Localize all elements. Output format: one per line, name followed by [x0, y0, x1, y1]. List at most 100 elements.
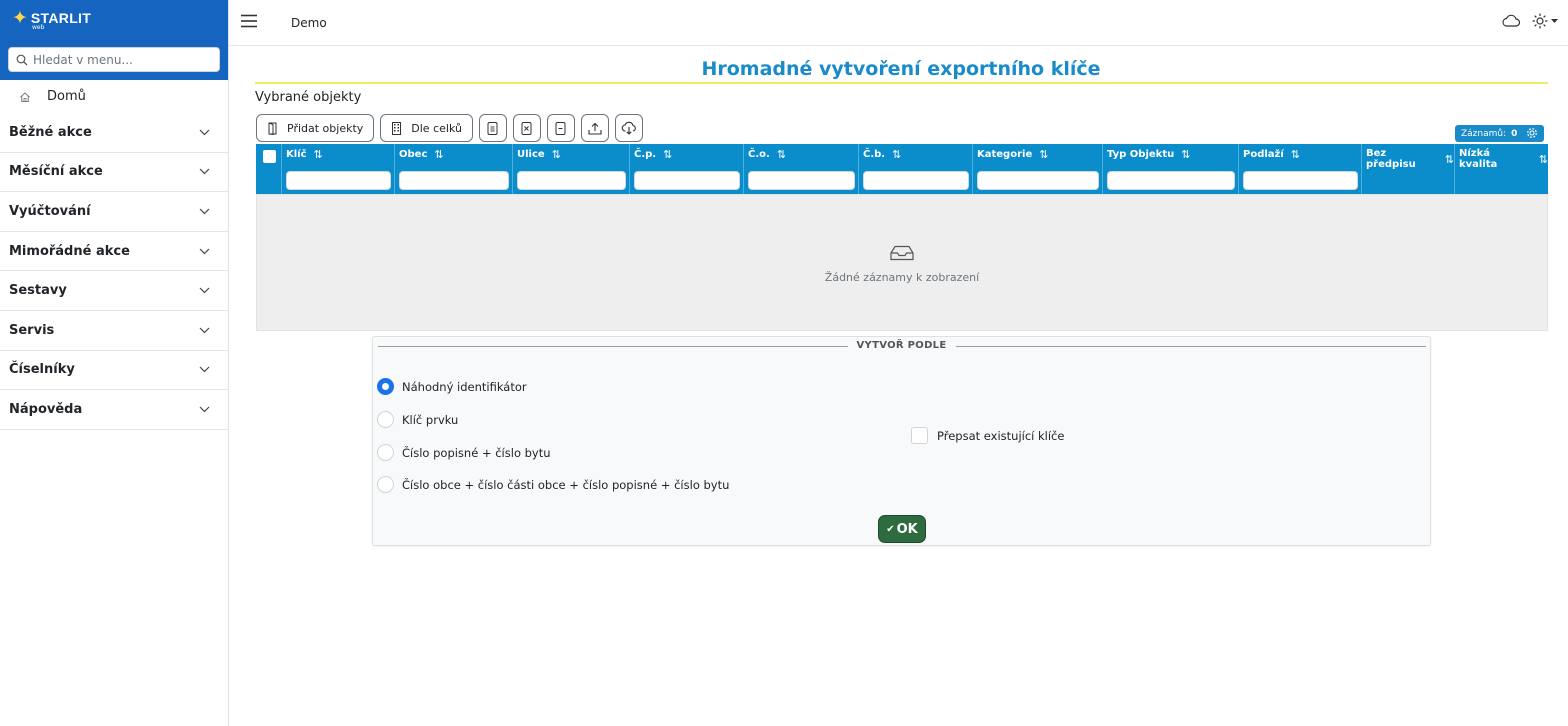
select-all-column [256, 144, 282, 194]
radio-house-flat-number[interactable]: Číslo popisné + číslo bytu [377, 444, 551, 461]
sort-icon[interactable]: ⇅ [434, 148, 443, 161]
sort-icon[interactable]: ⇅ [1445, 153, 1454, 166]
column-header[interactable]: Č.p. ⇅ [630, 144, 744, 194]
records-badge: Záznamů: 0 [1455, 125, 1544, 142]
column-filter-input[interactable] [1243, 171, 1358, 190]
sort-icon[interactable]: ⇅ [892, 148, 901, 161]
column-header[interactable]: Klíč ⇅ [282, 144, 395, 194]
radio-element-key[interactable]: Klíč prvku [377, 411, 458, 428]
gear-icon[interactable] [1526, 127, 1538, 139]
column-header[interactable]: Č.o. ⇅ [744, 144, 859, 194]
upload-button[interactable] [580, 114, 609, 142]
sort-icon[interactable]: ⇅ [1039, 148, 1048, 161]
radio-button[interactable] [377, 476, 394, 493]
column-header[interactable]: Obec ⇅ [395, 144, 513, 194]
check-icon: ✔ [886, 523, 895, 535]
ok-button[interactable]: ✔ OK [878, 515, 926, 543]
add-objects-button[interactable]: Přidat objekty [256, 114, 375, 142]
create-by-fieldset: VYTVOŘ PODLE Náhodný identifikátor Klíč … [372, 336, 1431, 546]
hamburger-menu-icon[interactable] [241, 14, 257, 28]
checkbox[interactable] [911, 427, 928, 444]
sidebar-item-label: Měsíční akce [9, 164, 103, 180]
sort-icon[interactable]: ⇅ [1181, 148, 1190, 161]
sort-icon[interactable]: ⇅ [314, 148, 323, 161]
title-underline [255, 82, 1548, 84]
column-header[interactable]: Typ Objektu ⇅ [1103, 144, 1239, 194]
column-header[interactable]: Ulice ⇅ [513, 144, 630, 194]
sidebar-item-label: Domů [47, 89, 86, 104]
chevron-down-icon [199, 248, 210, 254]
overwrite-keys-checkbox[interactable]: Přepsat existující klíče [911, 427, 1064, 444]
radio-button[interactable] [377, 411, 394, 428]
radio-full-address-number[interactable]: Číslo obce + číslo části obce + číslo po… [377, 476, 729, 493]
cloud-download-button[interactable] [614, 114, 643, 142]
sidebar: ✦ STARLIT web Domů Běžné akce Měsíční ak… [0, 0, 229, 726]
sidebar-item-mimoradne-akce[interactable]: Mimořádné akce [0, 232, 228, 272]
sort-icon[interactable]: ⇅ [663, 148, 672, 161]
column-header[interactable]: Kategorie ⇅ [973, 144, 1103, 194]
radio-label: Číslo obce + číslo části obce + číslo po… [402, 477, 730, 492]
select-all-checkbox[interactable] [263, 150, 276, 163]
file-minus-icon [555, 121, 566, 135]
column-filter-input[interactable] [977, 171, 1099, 190]
empty-state: Žádné záznamy k zobrazení [257, 245, 1547, 284]
column-title: Č.p. [634, 149, 657, 160]
section-label: Vybrané objekty [255, 90, 362, 105]
sort-icon[interactable]: ⇅ [777, 148, 786, 161]
caret-down-icon [1551, 18, 1558, 23]
sidebar-item-label: Sestavy [9, 283, 67, 299]
theme-toggle[interactable] [1532, 13, 1558, 29]
by-units-button[interactable]: Dle celků [380, 114, 473, 142]
column-filter-input[interactable] [634, 171, 740, 190]
column-filter-input[interactable] [286, 171, 391, 190]
column-filter-input[interactable] [863, 171, 969, 190]
radio-button-selected[interactable] [377, 378, 394, 395]
sidebar-item-label: Číselníky [9, 362, 75, 378]
sidebar-item-servis[interactable]: Servis [0, 311, 228, 351]
breadcrumb[interactable]: Demo [291, 16, 327, 30]
radio-label: Náhodný identifikátor [402, 379, 527, 394]
export-file-button[interactable] [546, 114, 575, 142]
sidebar-item-bezne-akce[interactable]: Běžné akce [0, 113, 228, 153]
export-excel-button[interactable] [512, 114, 541, 142]
column-header[interactable]: Č.b. ⇅ [859, 144, 973, 194]
chevron-down-icon [199, 406, 210, 413]
chevron-down-icon [199, 327, 210, 334]
logo[interactable]: ✦ STARLIT web [12, 9, 91, 32]
sidebar-item-label: Servis [9, 322, 55, 338]
sort-icon[interactable]: ⇅ [552, 148, 561, 161]
column-header[interactable]: Nízká kvalita ⇅ [1455, 144, 1548, 194]
column-filter-input[interactable] [748, 171, 855, 190]
column-filter-input[interactable] [517, 171, 626, 190]
sidebar-item-label: Mimořádné akce [9, 243, 130, 259]
chevron-down-icon [199, 129, 210, 136]
radio-random-id[interactable]: Náhodný identifikátor [377, 378, 527, 395]
sidebar-item-mesicni-akce[interactable]: Měsíční akce [0, 153, 228, 193]
sidebar-item-napoveda[interactable]: Nápověda [0, 390, 228, 430]
sidebar-item-sestavy[interactable]: Sestavy [0, 271, 228, 311]
sidebar-item-vyuctovani[interactable]: Vyúčtování [0, 192, 228, 232]
sidebar-item-label: Nápověda [9, 401, 83, 417]
column-header[interactable]: Podlaží ⇅ [1239, 144, 1362, 194]
column-filter-input[interactable] [1107, 171, 1235, 190]
sort-icon[interactable]: ⇅ [1539, 153, 1548, 166]
menu-search-input[interactable] [33, 52, 213, 67]
column-filter-input[interactable] [399, 171, 509, 190]
radio-button[interactable] [377, 444, 394, 461]
file-excel-icon [521, 121, 532, 135]
column-title: Podlaží [1243, 149, 1284, 160]
grid-header: Klíč ⇅ Obec ⇅ Ulice ⇅ Č.p. ⇅ Č.o. ⇅ Č.b. ⇅ Kat… [256, 144, 1548, 194]
column-title: Obec [399, 149, 428, 160]
chevron-down-icon [199, 287, 210, 294]
export-text-button[interactable] [478, 114, 507, 142]
sidebar-item-ciselniky[interactable]: Číselníky [0, 351, 228, 391]
sidebar-item-home[interactable]: Domů [0, 80, 228, 113]
upload-icon [588, 122, 602, 135]
column-header[interactable]: Bez předpisu ⇅ [1362, 144, 1455, 194]
chevron-down-icon [199, 208, 210, 215]
page-title: Hromadné vytvoření exportního klíče [701, 58, 1101, 80]
by-units-label: Dle celků [411, 121, 462, 135]
sort-icon[interactable]: ⇅ [1291, 148, 1300, 161]
sidebar-header: ✦ STARLIT web [0, 0, 228, 80]
cloud-icon[interactable] [1501, 13, 1521, 29]
